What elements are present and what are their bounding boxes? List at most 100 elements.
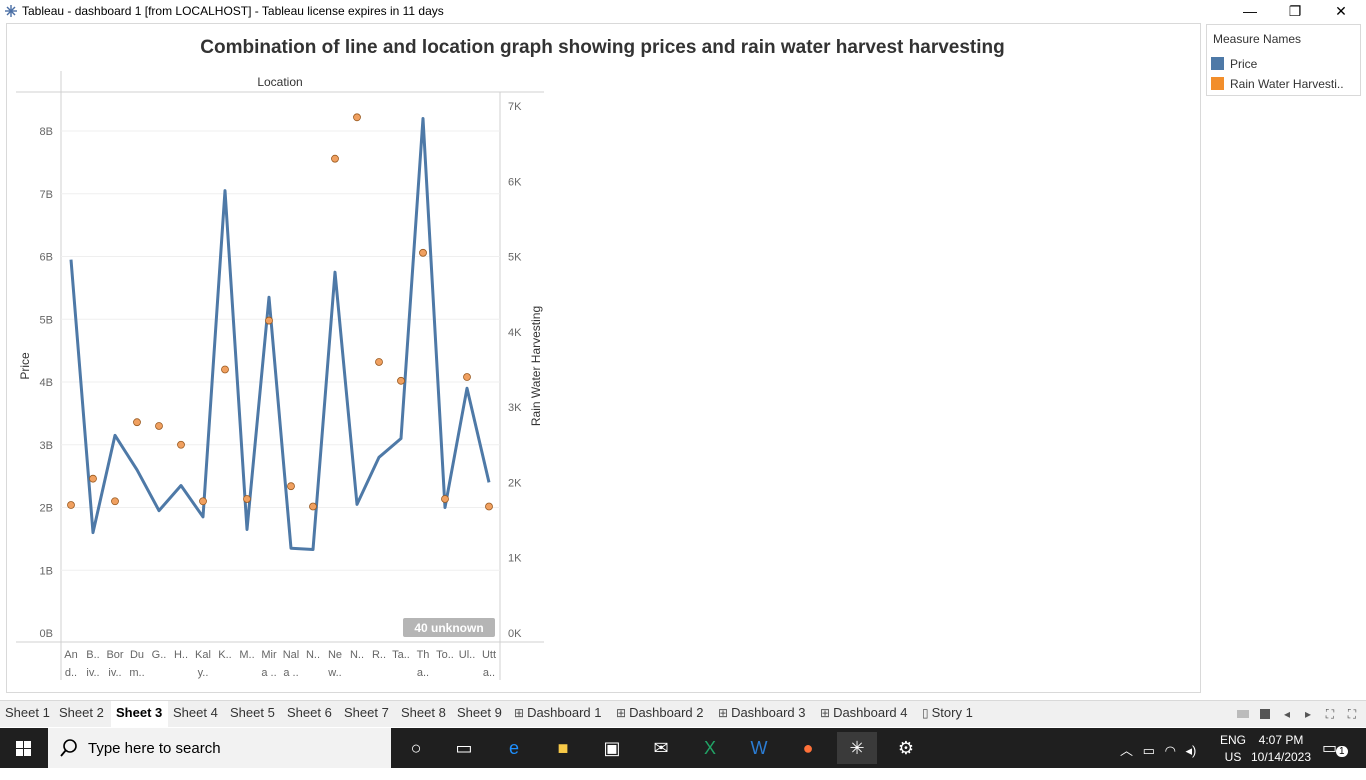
dashboard-icon: ⊞ (616, 706, 627, 720)
y-right-tick-label: 5K (508, 252, 522, 264)
cortana-icon[interactable]: ○ (396, 732, 436, 764)
story-icon: ▯ (922, 706, 929, 720)
show-filmstrip-icon[interactable] (1236, 707, 1250, 721)
y-left-tick-label: 4B (40, 377, 53, 389)
tab-label: Sheet 3 (116, 705, 163, 720)
x-tick-label: w.. (327, 667, 341, 679)
x-tick-label: Ne (328, 649, 342, 661)
legend-item-rain-water[interactable]: Rain Water Harvesti.. (1211, 76, 1359, 92)
y-left-tick-label: 5B (40, 314, 53, 326)
x-tick-label: Nal (283, 649, 300, 661)
tab-sheet-6[interactable]: Sheet 6 (282, 701, 339, 727)
rain-water-point (265, 316, 273, 325)
search-placeholder: Type here to search (88, 740, 221, 757)
y-left-axis-title: Price (18, 352, 32, 380)
legend-swatch-price (1211, 57, 1224, 70)
tab-label: Sheet 7 (344, 705, 389, 720)
tab-dashboard-3[interactable]: ⊞ Dashboard 3 (713, 701, 815, 727)
x-tick-label: G.. (152, 649, 167, 661)
tab-dashboard-4[interactable]: ⊞ Dashboard 4 (815, 701, 917, 727)
y-right-tick-label: 2K (508, 477, 522, 489)
y-right-tick-label: 7K (508, 101, 522, 113)
legend-swatch-rain-water (1211, 77, 1224, 90)
excel-icon[interactable]: X (690, 732, 730, 764)
volume-icon[interactable]: ◂) (1186, 743, 1197, 758)
lang-top: ENG (1219, 733, 1246, 747)
x-tick-label: Du (130, 649, 144, 661)
tab-sheet-5[interactable]: Sheet 5 (225, 701, 282, 727)
show-tabs-icon[interactable] (1258, 707, 1272, 721)
tab-sheet-3[interactable]: Sheet 3 (111, 701, 168, 727)
unknown-badge-label: 40 unknown (414, 621, 483, 635)
tab-dashboard-2[interactable]: ⊞ Dashboard 2 (611, 701, 713, 727)
dashboard-icon: ⊞ (718, 706, 729, 720)
tab-label: Sheet 8 (401, 705, 446, 720)
x-tick-label: An (64, 649, 77, 661)
minimize-button[interactable]: — (1227, 0, 1273, 22)
edge-icon[interactable]: e (494, 732, 534, 764)
x-tick-label: H.. (174, 649, 188, 661)
battery-icon[interactable]: ▭ (1143, 743, 1155, 758)
settings-gear-icon[interactable]: ⚙ (886, 732, 926, 764)
clock-date: 10/14/2023 (1250, 750, 1312, 764)
chevron-up-icon[interactable]: ︿ (1120, 743, 1133, 758)
task-view-icon[interactable]: ▭ (444, 732, 484, 764)
x-tick-label: a.. (417, 667, 429, 679)
notification-center[interactable]: ▭ 1 (1322, 738, 1350, 778)
tab-label: Sheet 4 (173, 705, 218, 720)
legend-label-rain-water: Rain Water Harvesti.. (1230, 77, 1344, 91)
scroll-right-icon[interactable]: ▸ (1301, 707, 1315, 721)
dashboard-icon: ⊞ (514, 706, 525, 720)
tab-label: Sheet 9 (457, 705, 502, 720)
legend-title: Measure Names (1213, 32, 1302, 46)
x-tick-label: Th (417, 649, 430, 661)
tab-sheet-8[interactable]: Sheet 8 (396, 701, 452, 727)
tab-dashboard-1[interactable]: ⊞ Dashboard 1 (509, 701, 611, 727)
x-tick-label: a .. (261, 667, 276, 679)
taskbar-search[interactable]: Type here to search (48, 728, 391, 768)
rain-water-point (111, 497, 119, 506)
x-tick-label: To.. (436, 649, 454, 661)
rain-water-point (485, 502, 493, 511)
x-tick-label: m.. (129, 667, 144, 679)
tab-sheet-9[interactable]: Sheet 9 (452, 701, 509, 727)
mail-icon[interactable]: ✉ (641, 732, 681, 764)
legend[interactable]: Measure Names Price Rain Water Harvesti.… (1206, 24, 1361, 96)
y-left-tick-label: 6B (40, 252, 53, 264)
legend-item-price[interactable]: Price (1211, 56, 1359, 72)
tableau-taskbar-icon[interactable]: ✳ (837, 732, 877, 764)
fullscreen-icon[interactable]: ⛶ (1323, 707, 1337, 721)
tab-sheet-1[interactable]: Sheet 1 (0, 701, 54, 727)
restore-button[interactable]: ❐ (1272, 0, 1318, 22)
tray-icons[interactable]: ︿ ▭ ◠ ◂) (1120, 740, 1220, 780)
close-button[interactable]: ✕ (1318, 0, 1364, 22)
clock[interactable]: 4:07 PM 10/14/2023 (1250, 733, 1312, 773)
y-left-tick-label: 8B (40, 126, 53, 138)
tab-sheet-4[interactable]: Sheet 4 (168, 701, 225, 727)
rain-water-point (375, 358, 383, 366)
rain-water-point (89, 474, 97, 483)
scroll-left-icon[interactable]: ◂ (1280, 707, 1294, 721)
y-left-tick-label: 2B (40, 503, 53, 515)
y-left-tick-label: 3B (40, 440, 53, 452)
y-right-axis-title: Rain Water Harvesting (529, 306, 543, 426)
store-icon[interactable]: ▣ (592, 732, 632, 764)
file-explorer-icon[interactable]: ■ (543, 732, 583, 764)
tab-story-1[interactable]: ▯ Story 1 (917, 701, 985, 727)
x-tick-label: N.. (306, 649, 320, 661)
tab-sheet-7[interactable]: Sheet 7 (339, 701, 396, 727)
presentation-mode-icon[interactable]: ⛶ (1345, 707, 1359, 721)
chart-svg[interactable]: Location 0B 1B 2B 3B 4B 5B 6B 7B 8B 0K 1K 2K 3K 4K 5K 6K… (0, 0, 1205, 695)
tab-label: Sheet 5 (230, 705, 275, 720)
wifi-icon[interactable]: ◠ (1165, 743, 1176, 758)
y-right-tick-label: 1K (508, 553, 522, 565)
rain-water-point (177, 440, 185, 449)
firefox-icon[interactable]: ● (788, 732, 828, 764)
clock-time: 4:07 PM (1258, 733, 1304, 747)
x-tick-label: R.. (372, 649, 386, 661)
start-button[interactable] (0, 728, 48, 768)
language-indicator[interactable]: ENG US (1218, 733, 1248, 773)
word-icon[interactable]: W (739, 732, 779, 764)
rain-water-point (243, 495, 251, 503)
tab-sheet-2[interactable]: Sheet 2 (54, 701, 111, 727)
